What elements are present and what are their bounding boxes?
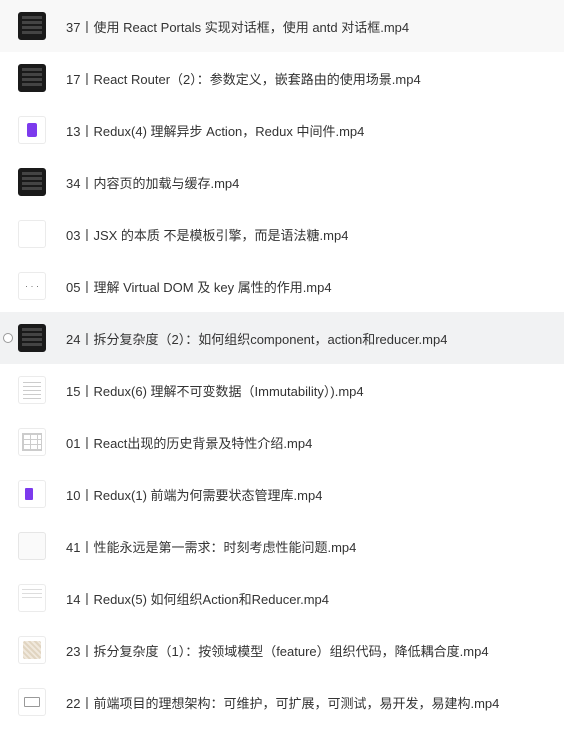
file-name-label: 37丨使用 React Portals 实现对话框，使用 antd 对话框.mp…: [66, 17, 409, 36]
video-thumbnail-icon: [18, 12, 46, 40]
video-thumbnail-icon: [18, 688, 46, 716]
selection-indicator-icon: [3, 333, 13, 343]
video-thumbnail-icon: [18, 220, 46, 248]
file-row[interactable]: 05丨理解 Virtual DOM 及 key 属性的作用.mp4: [0, 260, 564, 312]
file-row[interactable]: 24丨拆分复杂度（2）：如何组织component，action和reducer…: [0, 312, 564, 364]
file-name-label: 13丨Redux(4) 理解异步 Action，Redux 中间件.mp4: [66, 121, 364, 140]
file-name-label: 14丨Redux(5) 如何组织Action和Reducer.mp4: [66, 589, 329, 608]
file-name-label: 41丨性能永远是第一需求：时刻考虑性能问题.mp4: [66, 537, 356, 556]
file-name-label: 34丨内容页的加载与缓存.mp4: [66, 173, 239, 192]
file-name-label: 01丨React出现的历史背景及特性介绍.mp4: [66, 433, 312, 452]
file-row[interactable]: 14丨Redux(5) 如何组织Action和Reducer.mp4: [0, 572, 564, 624]
file-row[interactable]: 22丨前端项目的理想架构：可维护，可扩展，可测试，易开发，易建构.mp4: [0, 676, 564, 728]
file-name-label: 23丨拆分复杂度（1）：按领域模型（feature）组织代码，降低耦合度.mp4: [66, 641, 489, 660]
file-row[interactable]: 03丨JSX 的本质 不是模板引擎，而是语法糖.mp4: [0, 208, 564, 260]
file-name-label: 10丨Redux(1) 前端为何需要状态管理库.mp4: [66, 485, 322, 504]
video-thumbnail-icon: [18, 636, 46, 664]
file-name-label: 03丨JSX 的本质 不是模板引擎，而是语法糖.mp4: [66, 225, 348, 244]
file-row[interactable]: 41丨性能永远是第一需求：时刻考虑性能问题.mp4: [0, 520, 564, 572]
video-thumbnail-icon: [18, 116, 46, 144]
file-row[interactable]: 23丨拆分复杂度（1）：按领域模型（feature）组织代码，降低耦合度.mp4: [0, 624, 564, 676]
video-thumbnail-icon: [18, 480, 46, 508]
video-thumbnail-icon: [18, 64, 46, 92]
file-row[interactable]: 37丨使用 React Portals 实现对话框，使用 antd 对话框.mp…: [0, 0, 564, 52]
file-name-label: 24丨拆分复杂度（2）：如何组织component，action和reducer…: [66, 329, 447, 348]
video-thumbnail-icon: [18, 324, 46, 352]
file-list: 37丨使用 React Portals 实现对话框，使用 antd 对话框.mp…: [0, 0, 564, 728]
file-name-label: 22丨前端项目的理想架构：可维护，可扩展，可测试，易开发，易建构.mp4: [66, 693, 499, 712]
file-name-label: 17丨React Router（2）：参数定义，嵌套路由的使用场景.mp4: [66, 69, 421, 88]
file-row[interactable]: 34丨内容页的加载与缓存.mp4: [0, 156, 564, 208]
file-name-label: 15丨Redux(6) 理解不可变数据（Immutability）).mp4: [66, 381, 364, 400]
video-thumbnail-icon: [18, 168, 46, 196]
video-thumbnail-icon: [18, 584, 46, 612]
file-row[interactable]: 17丨React Router（2）：参数定义，嵌套路由的使用场景.mp4: [0, 52, 564, 104]
file-row[interactable]: 01丨React出现的历史背景及特性介绍.mp4: [0, 416, 564, 468]
video-thumbnail-icon: [18, 376, 46, 404]
video-thumbnail-icon: [18, 272, 46, 300]
file-row[interactable]: 15丨Redux(6) 理解不可变数据（Immutability）).mp4: [0, 364, 564, 416]
file-name-label: 05丨理解 Virtual DOM 及 key 属性的作用.mp4: [66, 277, 332, 296]
file-row[interactable]: 10丨Redux(1) 前端为何需要状态管理库.mp4: [0, 468, 564, 520]
file-row[interactable]: 13丨Redux(4) 理解异步 Action，Redux 中间件.mp4: [0, 104, 564, 156]
video-thumbnail-icon: [18, 428, 46, 456]
video-thumbnail-icon: [18, 532, 46, 560]
